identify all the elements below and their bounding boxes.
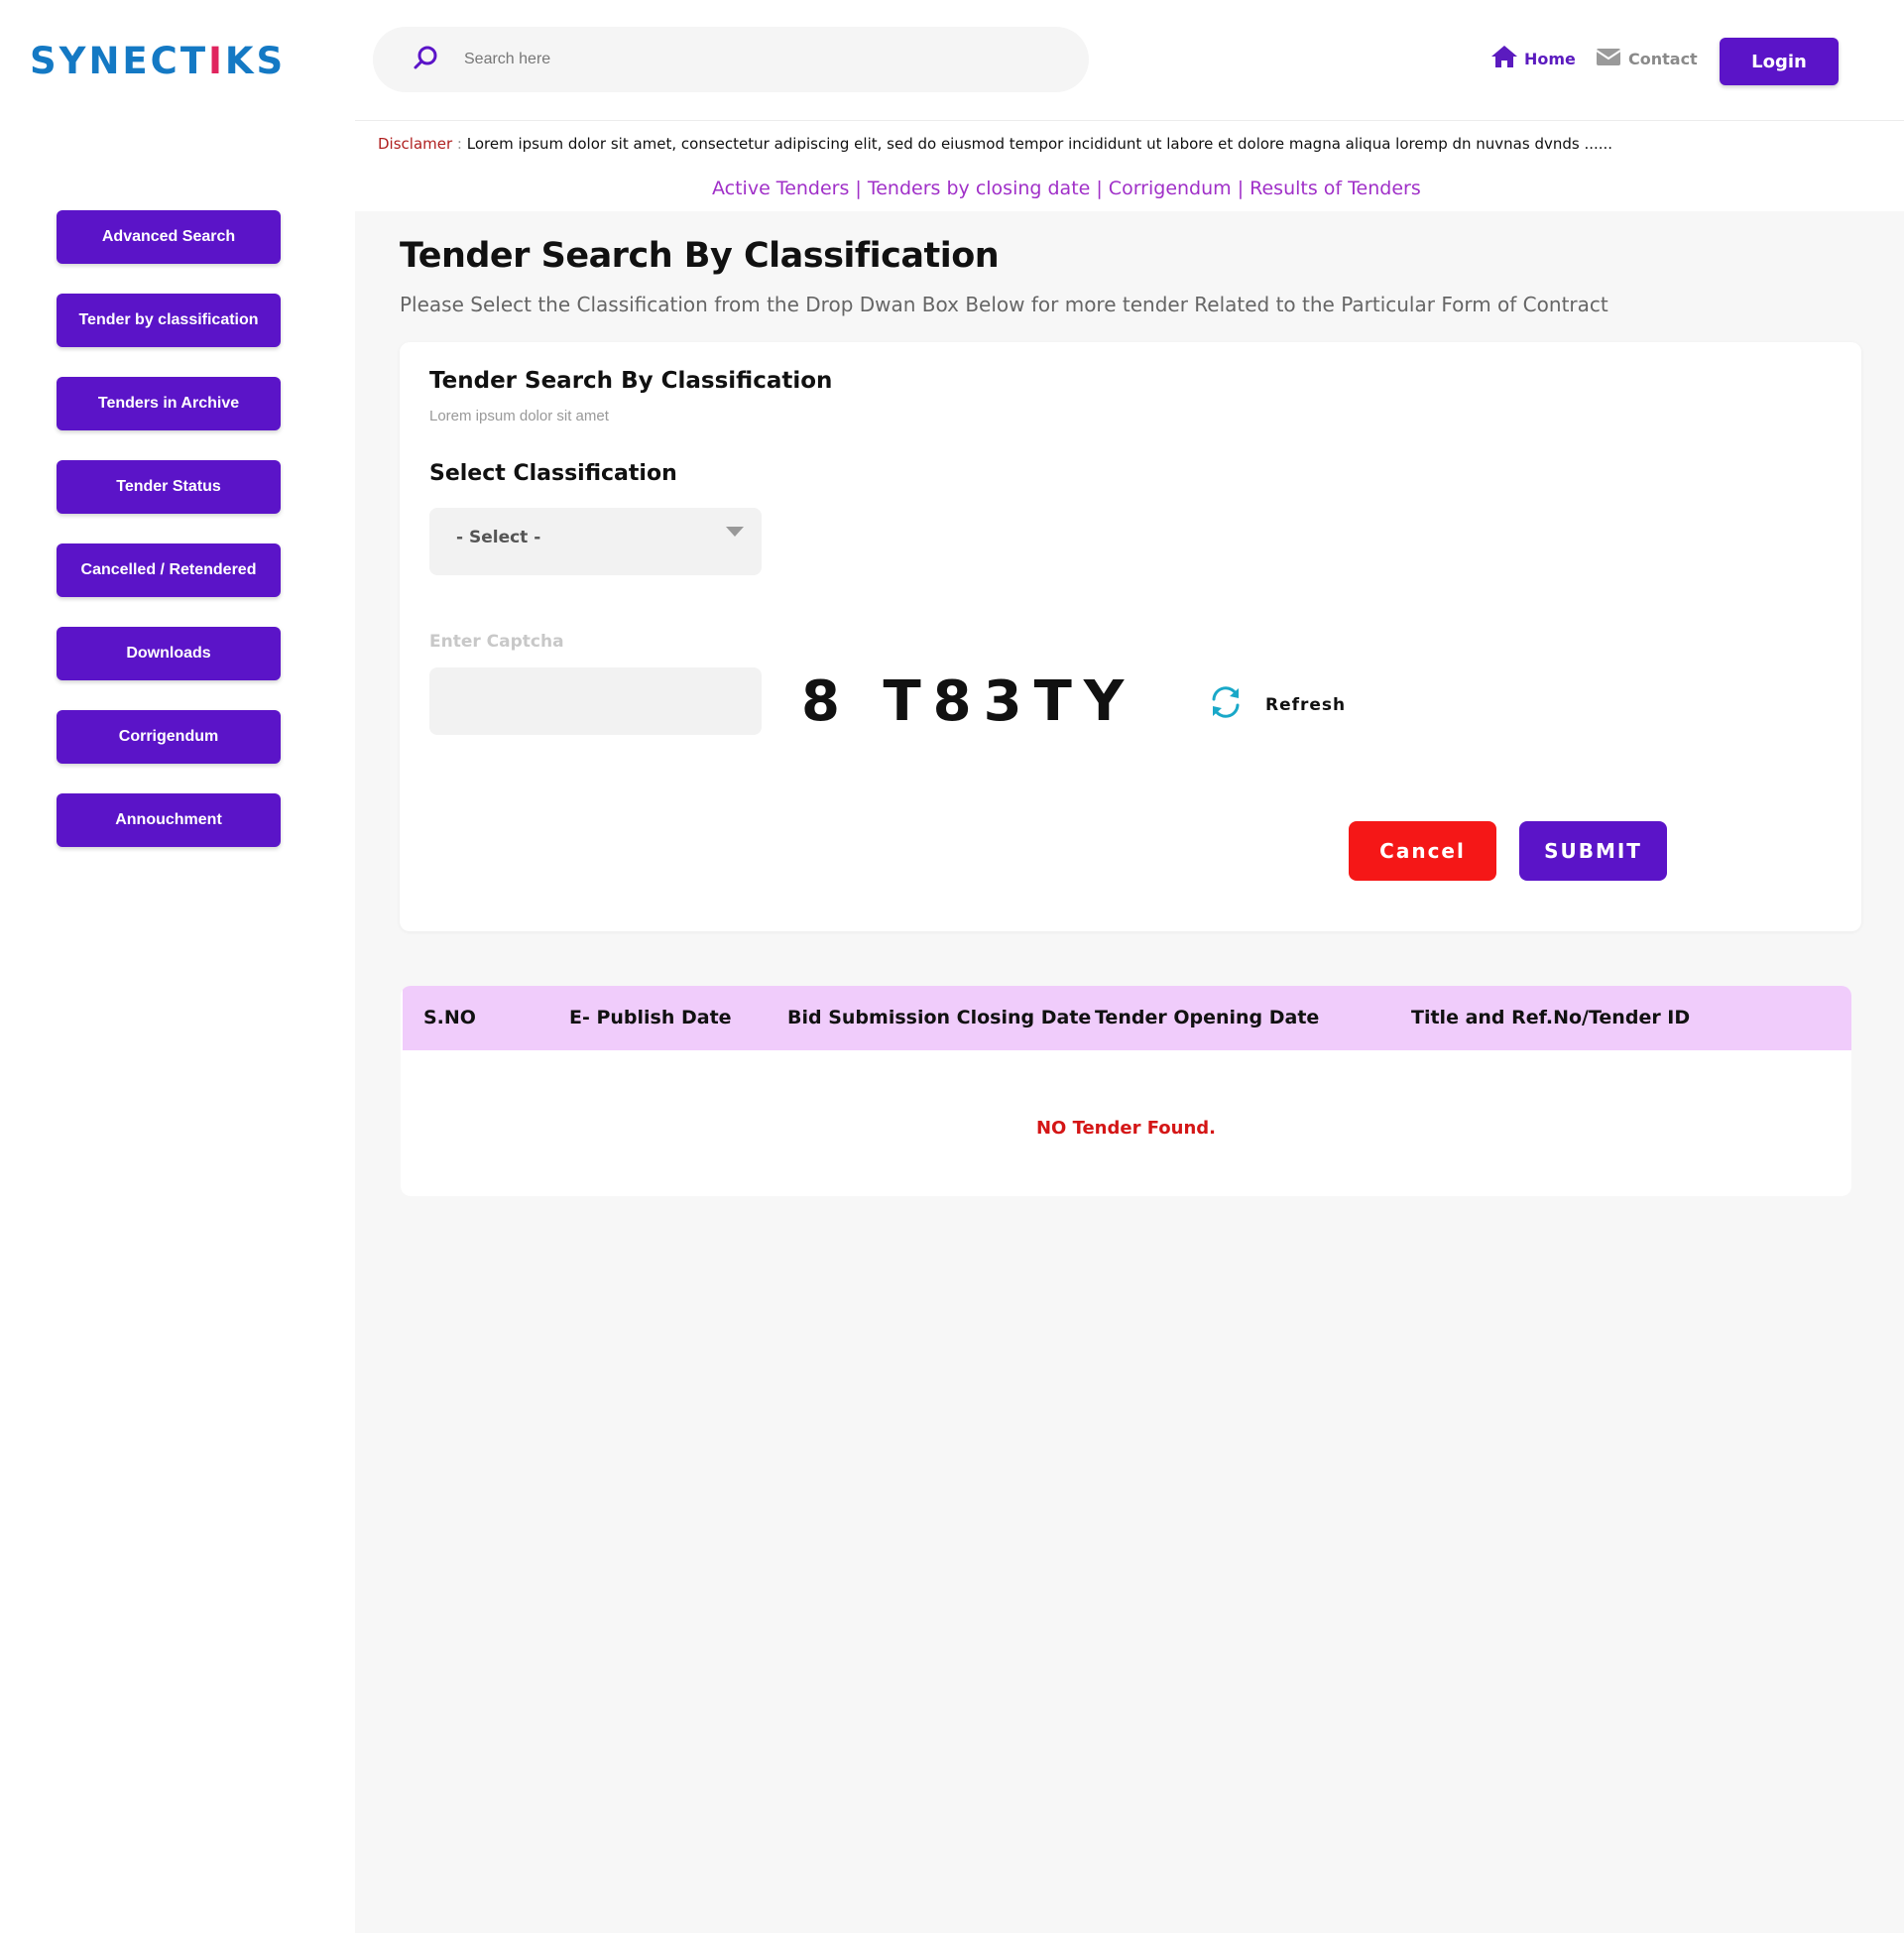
header-divider: [355, 120, 1904, 121]
sidebar-item-advanced-search[interactable]: Advanced Search: [57, 210, 281, 264]
disclaimer-label: Disclamer: [378, 135, 453, 153]
classification-select-value: - Select -: [456, 528, 541, 547]
logo-text-a: SYNECT: [30, 40, 209, 82]
disclaimer-text: Lorem ipsum dolor sit amet, consectetur …: [466, 135, 1613, 153]
captcha-image-text: 8 T83TY: [801, 669, 1136, 734]
search-form-card: Tender Search By Classification Lorem ip…: [400, 342, 1861, 931]
mail-icon: [1595, 44, 1628, 73]
page-title: Tender Search By Classification: [400, 236, 1000, 276]
empty-results-message: NO Tender Found.: [1035, 1118, 1217, 1139]
brand-logo[interactable]: SYNECTIKS: [30, 40, 286, 82]
sidebar-item-corrigendum[interactable]: Corrigendum: [57, 710, 281, 764]
results-table-header: S.NO E- Publish Date Bid Submission Clos…: [403, 986, 1851, 1050]
form-subtitle: Lorem ipsum dolor sit amet: [429, 408, 609, 424]
column-header-publish-date: E- Publish Date: [569, 1007, 732, 1028]
cancel-button[interactable]: Cancel: [1349, 821, 1496, 881]
results-table: S.NO E- Publish Date Bid Submission Clos…: [401, 986, 1851, 1196]
refresh-icon: [1206, 682, 1246, 727]
chevron-down-icon: [726, 527, 744, 537]
home-label: Home: [1524, 49, 1576, 68]
quick-links[interactable]: Active Tenders | Tenders by closing date…: [712, 178, 1421, 199]
classification-select[interactable]: - Select -: [429, 508, 762, 575]
captcha-label: Enter Captcha: [429, 632, 564, 652]
column-header-sno: S.NO: [423, 1007, 476, 1028]
column-header-closing-date: Bid Submission Closing Date: [787, 1007, 1092, 1028]
disclaimer-bar: Disclamer : Lorem ipsum dolor sit amet, …: [378, 135, 1612, 153]
login-button[interactable]: Login: [1720, 38, 1839, 85]
captcha-refresh-button[interactable]: Refresh: [1186, 682, 1346, 727]
search-input[interactable]: [464, 51, 960, 68]
search-bar: [373, 27, 1089, 92]
nav-contact-link[interactable]: Contact: [1595, 44, 1698, 73]
logo-text-c: KS: [224, 40, 287, 82]
nav-home-link[interactable]: Home: [1490, 44, 1576, 73]
sidebar-item-tender-status[interactable]: Tender Status: [57, 460, 281, 514]
column-header-title-ref: Title and Ref.No/Tender ID: [1411, 1007, 1691, 1028]
disclaimer-separator: :: [452, 135, 467, 153]
form-title: Tender Search By Classification: [429, 368, 833, 394]
refresh-label: Refresh: [1265, 694, 1347, 715]
search-icon[interactable]: [411, 43, 440, 77]
captcha-input[interactable]: [429, 667, 762, 735]
sidebar-item-annouchment[interactable]: Annouchment: [57, 793, 281, 847]
sidebar: Advanced Search Tender by classification…: [57, 210, 281, 877]
classification-label: Select Classification: [429, 461, 677, 486]
column-header-opening-date: Tender Opening Date: [1095, 1007, 1320, 1028]
sidebar-item-cancelled-retendered[interactable]: Cancelled / Retendered: [57, 544, 281, 597]
logo-text-accent: I: [208, 40, 225, 82]
sidebar-item-tender-by-classification[interactable]: Tender by classification: [57, 294, 281, 347]
submit-button[interactable]: SUBMIT: [1519, 821, 1667, 881]
home-icon: [1490, 44, 1524, 73]
page-subtitle: Please Select the Classification from th…: [400, 293, 1608, 316]
contact-label: Contact: [1628, 49, 1698, 68]
sidebar-item-downloads[interactable]: Downloads: [57, 627, 281, 680]
sidebar-item-tenders-in-archive[interactable]: Tenders in Archive: [57, 377, 281, 430]
